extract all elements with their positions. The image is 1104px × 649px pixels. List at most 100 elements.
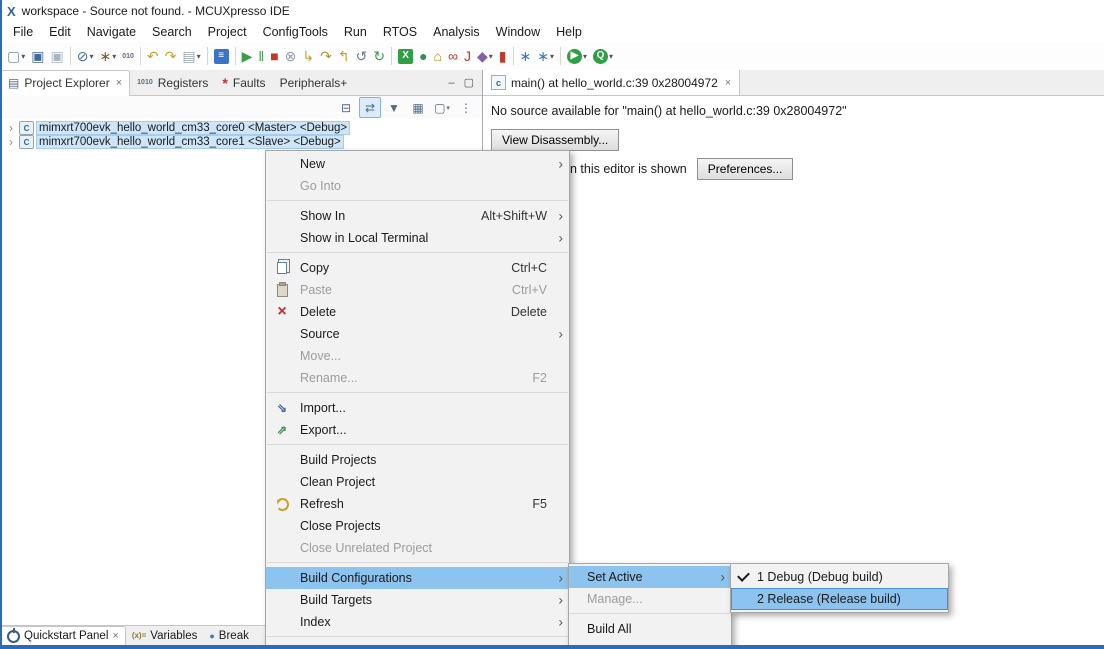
tab-peripherals+[interactable]: Peripherals+ (273, 70, 355, 95)
menu-item-show-in-local-terminal[interactable]: Show in Local Terminal› (266, 227, 569, 249)
menu-item-new[interactable]: New› (266, 153, 569, 175)
open-terminal-icon[interactable]: ≡ (212, 44, 231, 68)
step-over-icon[interactable]: ↷ (318, 44, 334, 68)
save-icon[interactable]: ▣ (29, 44, 46, 68)
menubar-item-configtools[interactable]: ConfigTools (255, 23, 336, 41)
tree-row[interactable]: ›Cmimxrt700evk_hello_world_cm33_core0 <M… (1, 121, 482, 135)
table-view-icon[interactable]: ▦ (407, 97, 429, 118)
menu-item-2-release-release-build[interactable]: 2 Release (Release build) (731, 588, 948, 610)
instruction-stepping-icon[interactable]: ↺ (354, 44, 370, 68)
view-menu-icon[interactable]: ▢▾ (431, 97, 453, 118)
mcuxpresso-icon[interactable]: X (396, 44, 415, 68)
undo-icon[interactable]: ↶ (145, 44, 161, 68)
menu-item-build-configurations[interactable]: Build Configurations› (266, 567, 569, 589)
registers-icon: 1010 (137, 79, 153, 86)
menu-item-label: Build Targets (300, 593, 372, 607)
global-variables-icon[interactable]: ● (417, 44, 429, 68)
close-icon[interactable]: × (725, 77, 731, 89)
menu-item-build-targets[interactable]: Build Targets› (266, 589, 569, 611)
collapse-all-icon[interactable]: ⊟ (335, 97, 357, 118)
disconnect-icon[interactable]: ⊗ (283, 44, 299, 68)
menu-item-refresh[interactable]: RefreshF5 (266, 493, 569, 515)
menu-item-label: Move... (300, 349, 341, 363)
jlink-probe-icon[interactable]: J (462, 44, 473, 68)
link-with-editor-icon[interactable]: ⇄ (359, 97, 381, 118)
view-disassembly-button[interactable]: View Disassembly... (491, 129, 619, 151)
menubar-item-analysis[interactable]: Analysis (425, 23, 488, 41)
menu-item-index[interactable]: Index› (266, 611, 569, 633)
step-return-icon[interactable]: ↰ (336, 44, 352, 68)
menu-icon-gutter: ⇗ (270, 423, 294, 437)
tree-row[interactable]: ›Cmimxrt700evk_hello_world_cm33_core1 <S… (1, 135, 482, 149)
menu-item-delete[interactable]: ×DeleteDelete (266, 301, 569, 323)
tab-registers[interactable]: 1010Registers (130, 70, 215, 95)
menu-item-rename: Rename...F2 (266, 367, 569, 389)
menu-item-show-in[interactable]: Show InAlt+Shift+W› (266, 205, 569, 227)
menubar-item-navigate[interactable]: Navigate (79, 23, 144, 41)
menu-item-label: Delete (300, 305, 336, 319)
overflow-icon[interactable]: ⋮ (455, 97, 477, 118)
step-into-icon[interactable]: ↳ (300, 44, 316, 68)
terminate-icon[interactable]: ■ (268, 44, 280, 68)
menubar-item-rtos[interactable]: RTOS (375, 23, 425, 41)
plugins-icon[interactable]: ◆▾ (475, 44, 495, 68)
editor-tab-main[interactable]: c main() at hello_world.c:39 0x28004972 … (483, 70, 740, 95)
menubar-item-file[interactable]: File (5, 23, 41, 41)
restart-icon[interactable]: ↻ (371, 44, 387, 68)
menubar-item-search[interactable]: Search (144, 23, 200, 41)
minimize-view-button[interactable]: – (448, 77, 454, 89)
skip-breakpoints-icon[interactable]: ⊘▾ (75, 44, 96, 68)
save-all-icon[interactable]: ▣ (48, 44, 65, 68)
binary-view-icon[interactable]: 010 (120, 44, 136, 68)
menu-item-clean-project[interactable]: Clean Project (266, 471, 569, 493)
tab-variables[interactable]: (x)=Variables (126, 626, 204, 645)
tab-project-explorer[interactable]: ▤Project Explorer× (0, 70, 130, 96)
resume-icon[interactable]: ▶ (240, 44, 255, 68)
preferences-button[interactable]: Preferences... (697, 158, 794, 180)
freeze-view-icon[interactable]: ∗ (518, 44, 534, 68)
close-icon[interactable]: × (112, 630, 118, 642)
no-source-message: No source available for "main() at hello… (491, 104, 1096, 118)
close-icon[interactable]: × (116, 77, 122, 89)
maximize-view-button[interactable]: ▢ (464, 76, 474, 89)
menubar-item-edit[interactable]: Edit (41, 23, 79, 41)
menu-item-close-projects[interactable]: Close Projects (266, 515, 569, 537)
menubar-item-window[interactable]: Window (488, 23, 548, 41)
menu-separator (267, 562, 568, 563)
breakpoints-icon: ● (209, 631, 214, 641)
debug-settings-icon[interactable]: ∗▾ (535, 44, 556, 68)
quickstart-launch-icon[interactable]: Q▾ (591, 44, 615, 68)
menu-item-export[interactable]: ⇗Export... (266, 419, 569, 441)
filter-icon[interactable]: ▼ (383, 97, 405, 118)
new-wizard-icon[interactable]: ▢▾ (5, 44, 27, 68)
markers-icon[interactable]: ▤▾ (180, 44, 202, 68)
menubar-item-run[interactable]: Run (336, 23, 375, 41)
build-icon[interactable]: ∗▾ (97, 44, 118, 68)
editor-partial-text: n this editor is shown (570, 162, 687, 176)
explorer-tabbar: ▤Project Explorer×1010Registers*FaultsPe… (0, 70, 482, 96)
expand-chevron-icon[interactable]: › (6, 122, 16, 134)
editor-area: c main() at hello_world.c:39 0x28004972 … (483, 70, 1104, 645)
menu-item-build-all[interactable]: Build All (569, 618, 731, 640)
menu-item-source[interactable]: Source› (266, 323, 569, 345)
suspend-icon[interactable]: ‖ (256, 44, 266, 68)
menu-item-set-active[interactable]: Set Active› (569, 566, 731, 588)
redo-icon[interactable]: ↷ (163, 44, 179, 68)
menubar-item-help[interactable]: Help (548, 23, 590, 41)
set-active-submenu: 1 Debug (Debug build)2 Release (Release … (730, 563, 949, 613)
tab-break[interactable]: ●Break (203, 626, 254, 645)
menu-item-copy[interactable]: CopyCtrl+C (266, 257, 569, 279)
menubar-item-project[interactable]: Project (200, 23, 255, 41)
dropdown-caret-icon: ▾ (583, 52, 587, 61)
ide-home-icon[interactable]: ⌂ (432, 44, 444, 68)
tab-quickstart-panel[interactable]: Quickstart Panel× (0, 626, 126, 645)
linkserver-icon[interactable]: ∞ (446, 44, 460, 68)
expand-chevron-icon[interactable]: › (6, 136, 16, 148)
menu-item-build-projects[interactable]: Build Projects (266, 449, 569, 471)
menu-item-1-debug-debug-build[interactable]: 1 Debug (Debug build) (731, 566, 948, 588)
menu-item-label: Paste (300, 283, 332, 297)
menu-item-import[interactable]: ⇘Import... (266, 397, 569, 419)
tab-faults[interactable]: *Faults (215, 70, 272, 95)
run-launch-icon[interactable]: ▶▾ (565, 44, 589, 68)
pemicro-icon[interactable]: ▮ (497, 44, 509, 68)
